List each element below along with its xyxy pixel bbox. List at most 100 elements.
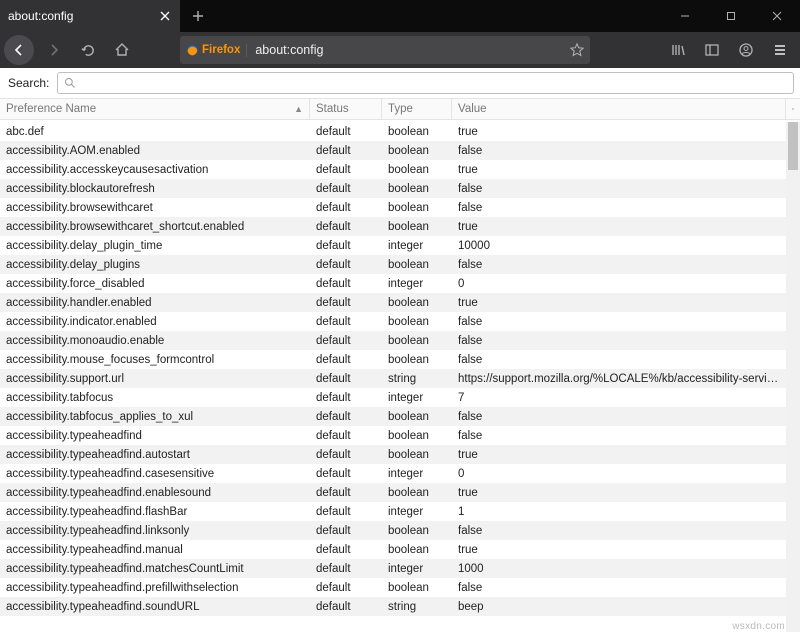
menu-icon[interactable] (764, 35, 796, 65)
table-row[interactable]: accessibility.tabfocus_applies_to_xuldef… (0, 407, 786, 426)
cell-type: boolean (382, 335, 452, 347)
cell-status: default (310, 544, 382, 556)
cell-value: false (452, 411, 786, 423)
cell-name: accessibility.tabfocus_applies_to_xul (0, 411, 310, 423)
column-headers: Preference Name ▲ Status Type Value (0, 98, 800, 120)
table-row[interactable]: accessibility.typeaheadfinddefaultboolea… (0, 426, 786, 445)
cell-status: default (310, 202, 382, 214)
table-row[interactable]: accessibility.monoaudio.enabledefaultboo… (0, 331, 786, 350)
home-button[interactable] (106, 35, 138, 65)
table-row[interactable]: accessibility.typeaheadfind.linksonlydef… (0, 521, 786, 540)
table-row[interactable]: accessibility.browsewithcaret_shortcut.e… (0, 217, 786, 236)
cell-value: false (452, 316, 786, 328)
table-row[interactable]: accessibility.typeaheadfind.autostartdef… (0, 445, 786, 464)
table-row[interactable]: accessibility.typeaheadfind.flashBardefa… (0, 502, 786, 521)
table-row[interactable]: accessibility.tabfocusdefaultinteger7 (0, 388, 786, 407)
bookmark-star-icon[interactable] (570, 43, 584, 57)
cell-type: string (382, 373, 452, 385)
table-row[interactable]: accessibility.AOM.enableddefaultbooleanf… (0, 141, 786, 160)
browser-tab-active[interactable]: about:config (0, 0, 180, 32)
table-row[interactable]: accessibility.typeaheadfind.casesensitiv… (0, 464, 786, 483)
table-row[interactable]: accessibility.force_disableddefaultinteg… (0, 274, 786, 293)
cell-type: integer (382, 563, 452, 575)
cell-type: boolean (382, 411, 452, 423)
cell-value: https://support.mozilla.org/%LOCALE%/kb/… (452, 373, 786, 385)
table-row[interactable]: accessibility.mouse_focuses_formcontrold… (0, 350, 786, 369)
cell-name: accessibility.typeaheadfind.prefillwiths… (0, 582, 310, 594)
scrollbar-thumb[interactable] (788, 122, 798, 170)
cell-type: integer (382, 240, 452, 252)
cell-status: default (310, 316, 382, 328)
cell-value: 7 (452, 392, 786, 404)
table-row[interactable]: accessibility.indicator.enableddefaultbo… (0, 312, 786, 331)
table-row[interactable]: abc.defdefaultbooleantrue (0, 122, 786, 141)
identity-box[interactable]: Firefox (186, 44, 247, 57)
url-bar[interactable]: Firefox about:config (180, 36, 590, 64)
table-row[interactable]: accessibility.browsewithcaretdefaultbool… (0, 198, 786, 217)
table-row[interactable]: accessibility.typeaheadfind.soundURLdefa… (0, 597, 786, 616)
forward-button[interactable] (38, 35, 70, 65)
table-row[interactable]: accessibility.typeaheadfind.enablesoundd… (0, 483, 786, 502)
cell-name: accessibility.typeaheadfind.linksonly (0, 525, 310, 537)
maximize-button[interactable] (708, 0, 754, 32)
cell-name: accessibility.tabfocus (0, 392, 310, 404)
cell-type: integer (382, 278, 452, 290)
table-row[interactable]: accessibility.blockautorefreshdefaultboo… (0, 179, 786, 198)
table-row[interactable]: accessibility.support.urldefaultstringht… (0, 369, 786, 388)
table-row[interactable]: accessibility.accesskeycausesactivationd… (0, 160, 786, 179)
cell-name: accessibility.typeaheadfind.flashBar (0, 506, 310, 518)
cell-value: true (452, 126, 786, 138)
column-picker-icon[interactable] (786, 99, 800, 119)
minimize-button[interactable] (662, 0, 708, 32)
pref-rows: abc.defdefaultbooleantrueaccessibility.A… (0, 122, 786, 632)
library-icon[interactable] (662, 35, 694, 65)
col-type[interactable]: Type (382, 99, 452, 119)
table-row[interactable]: accessibility.typeaheadfind.prefillwiths… (0, 578, 786, 597)
close-window-button[interactable] (754, 0, 800, 32)
table-row[interactable]: accessibility.typeaheadfind.manualdefaul… (0, 540, 786, 559)
cell-value: false (452, 354, 786, 366)
table-row[interactable]: accessibility.delay_pluginsdefaultboolea… (0, 255, 786, 274)
cell-status: default (310, 525, 382, 537)
cell-status: default (310, 582, 382, 594)
sidebar-icon[interactable] (696, 35, 728, 65)
cell-value: true (452, 164, 786, 176)
close-tab-icon[interactable] (158, 9, 172, 23)
cell-name: accessibility.typeaheadfind.casesensitiv… (0, 468, 310, 480)
profile-icon[interactable] (730, 35, 762, 65)
vertical-scrollbar[interactable] (786, 122, 800, 632)
firefox-icon: Firefox (186, 44, 240, 57)
cell-value: 10000 (452, 240, 786, 252)
table-row[interactable]: accessibility.typeaheadfind.matchesCount… (0, 559, 786, 578)
table-row[interactable]: accessibility.delay_plugin_timedefaultin… (0, 236, 786, 255)
cell-name: accessibility.support.url (0, 373, 310, 385)
cell-name: accessibility.handler.enabled (0, 297, 310, 309)
cell-type: boolean (382, 316, 452, 328)
cell-name: accessibility.force_disabled (0, 278, 310, 290)
cell-value: false (452, 145, 786, 157)
cell-status: default (310, 430, 382, 442)
reload-button[interactable] (72, 35, 104, 65)
table-row[interactable]: accessibility.handler.enableddefaultbool… (0, 293, 786, 312)
col-preference-name[interactable]: Preference Name ▲ (0, 99, 310, 119)
cell-status: default (310, 563, 382, 575)
cell-name: accessibility.delay_plugin_time (0, 240, 310, 252)
back-button[interactable] (4, 35, 34, 65)
cell-status: default (310, 278, 382, 290)
cell-type: boolean (382, 164, 452, 176)
cell-status: default (310, 335, 382, 347)
cell-type: boolean (382, 126, 452, 138)
cell-status: default (310, 449, 382, 461)
cell-value: true (452, 449, 786, 461)
cell-name: accessibility.mouse_focuses_formcontrol (0, 354, 310, 366)
cell-type: boolean (382, 145, 452, 157)
cell-status: default (310, 297, 382, 309)
cell-status: default (310, 506, 382, 518)
new-tab-button[interactable] (180, 0, 216, 32)
cell-name: accessibility.typeaheadfind.autostart (0, 449, 310, 461)
col-value[interactable]: Value (452, 99, 786, 119)
cell-status: default (310, 240, 382, 252)
cell-status: default (310, 411, 382, 423)
col-status[interactable]: Status (310, 99, 382, 119)
search-input[interactable] (57, 72, 794, 94)
